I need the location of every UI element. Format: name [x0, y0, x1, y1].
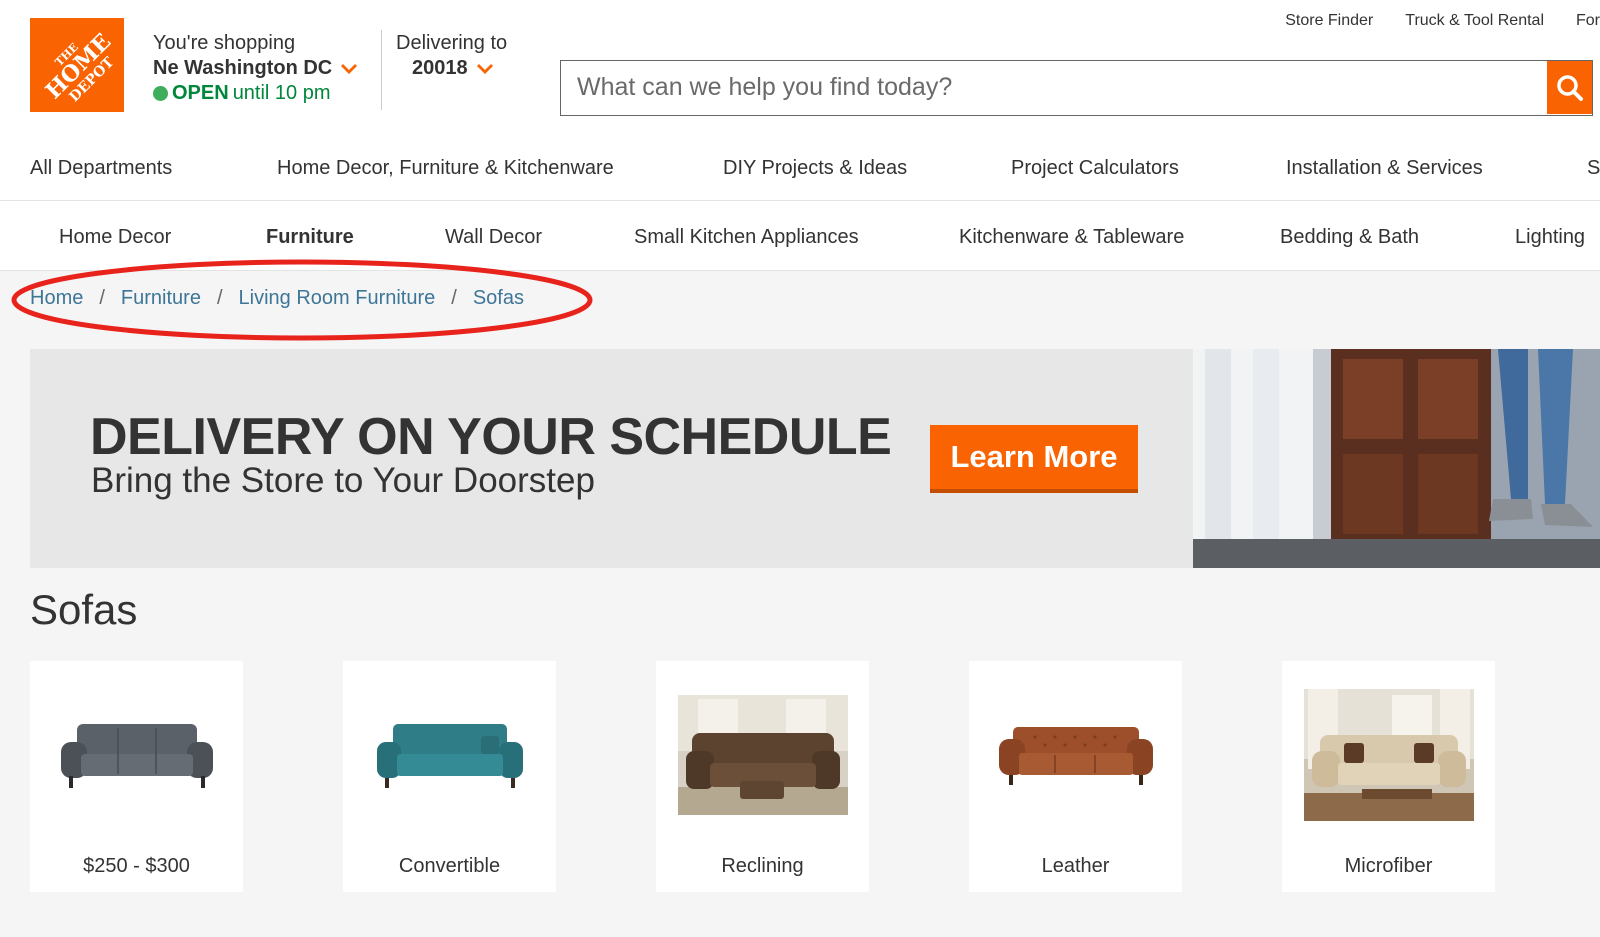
subnav-wall-decor[interactable]: Wall Decor: [445, 226, 542, 249]
category-label: Microfiber: [1344, 855, 1433, 877]
subnav-small-kitchen-appliances[interactable]: Small Kitchen Appliances: [634, 226, 859, 249]
category-label: Reclining: [721, 855, 804, 877]
nav-diy-projects-ideas[interactable]: DIY Projects & Ideas: [723, 157, 907, 180]
nav-all-departments[interactable]: All Departments: [30, 157, 172, 180]
subnav-home-decor[interactable]: Home Decor: [59, 226, 171, 249]
category-tile-reclining[interactable]: Reclining: [656, 661, 869, 892]
promo-banner: DELIVERY ON YOUR SCHEDULE Bring the Stor…: [30, 349, 1600, 568]
store-prefix: You're shopping: [153, 32, 296, 54]
store-selector[interactable]: You're shopping Ne Washington DC OPEN un…: [153, 31, 358, 106]
delivery-zip-selector[interactable]: Delivering to 20018: [396, 31, 507, 81]
subnav-kitchenware-tableware[interactable]: Kitchenware & Tableware: [959, 226, 1184, 249]
search-button[interactable]: [1547, 61, 1592, 114]
gray-sofa-image: [50, 689, 223, 821]
logo-icon: THE HOME DEPOT: [30, 18, 124, 112]
category-tile-leather[interactable]: Leather: [969, 661, 1182, 892]
page-title: Sofas: [30, 586, 138, 633]
category-label: Convertible: [398, 855, 501, 877]
breadcrumb-living-room-furniture[interactable]: Living Room Furniture: [239, 287, 436, 310]
subnav-furniture[interactable]: Furniture: [266, 226, 354, 249]
store-status: OPEN until 10 pm: [153, 81, 358, 106]
chevron-down-icon: [341, 63, 358, 74]
category-label: Leather: [1041, 855, 1110, 877]
breadcrumb-sofas[interactable]: Sofas: [473, 287, 524, 310]
category-tile-convertible[interactable]: Convertible: [343, 661, 556, 892]
store-name-row[interactable]: Ne Washington DC: [153, 56, 358, 81]
top-utility-links: Store Finder Truck & Tool Rental For: [1253, 12, 1600, 30]
home-depot-logo[interactable]: THE HOME DEPOT: [30, 18, 124, 112]
breadcrumb-separator: /: [216, 287, 223, 309]
banner-doorstep-photo: [1193, 349, 1600, 568]
banner-headline: DELIVERY ON YOUR SCHEDULE: [90, 408, 892, 466]
search-icon: [1556, 74, 1583, 101]
subnav-bedding-bath[interactable]: Bedding & Bath: [1280, 226, 1419, 249]
category-tile-microfiber[interactable]: Microfiber: [1282, 661, 1495, 892]
truck-tool-rental-link[interactable]: Truck & Tool Rental: [1405, 12, 1544, 30]
breadcrumb: Home / Furniture / Living Room Furniture…: [30, 287, 524, 310]
subnav-lighting[interactable]: Lighting: [1515, 226, 1585, 249]
delivery-label: Delivering to: [396, 32, 508, 54]
category-label: $250 - $300: [83, 855, 190, 877]
banner-subline: Bring the Store to Your Doorstep: [91, 461, 595, 500]
nav-project-calculators[interactable]: Project Calculators: [1011, 157, 1179, 180]
nav-installation-services[interactable]: Installation & Services: [1286, 157, 1483, 180]
open-label: OPEN: [172, 82, 229, 104]
breadcrumb-separator: /: [99, 287, 105, 309]
category-tile-250-300[interactable]: $250 - $300: [30, 661, 243, 892]
open-status-icon: [153, 86, 168, 101]
breadcrumb-home[interactable]: Home: [30, 287, 83, 310]
leather-sofa-image: [989, 689, 1162, 821]
site-header: THE HOME DEPOT You're shopping Ne Washin…: [0, 0, 1600, 138]
store-hours: until 10 pm: [232, 82, 331, 104]
teal-sofa-image: [363, 689, 536, 821]
store-name: Ne Washington DC: [153, 57, 333, 79]
learn-more-button[interactable]: Learn More: [930, 425, 1138, 489]
chevron-down-icon: [476, 63, 493, 74]
search-input[interactable]: [577, 61, 1497, 114]
search-bar: [560, 60, 1593, 116]
divider: [381, 30, 382, 110]
microfiber-sofa-image: [1302, 689, 1475, 821]
main-navigation: All Departments Home Decor, Furniture & …: [0, 138, 1600, 201]
reclining-sofa-image: [676, 689, 849, 821]
breadcrumb-furniture[interactable]: Furniture: [121, 287, 201, 310]
sub-navigation: Home Decor Furniture Wall Decor Small Ki…: [0, 201, 1600, 271]
delivery-zip: 20018: [412, 57, 468, 79]
store-finder-link[interactable]: Store Finder: [1285, 12, 1373, 30]
breadcrumb-separator: /: [451, 287, 457, 309]
for-pros-link[interactable]: For: [1576, 12, 1600, 30]
nav-overflow-item[interactable]: S: [1587, 157, 1600, 180]
delivery-zip-row[interactable]: 20018: [396, 56, 507, 81]
nav-home-decor-furniture-kitchenware[interactable]: Home Decor, Furniture & Kitchenware: [277, 157, 614, 180]
